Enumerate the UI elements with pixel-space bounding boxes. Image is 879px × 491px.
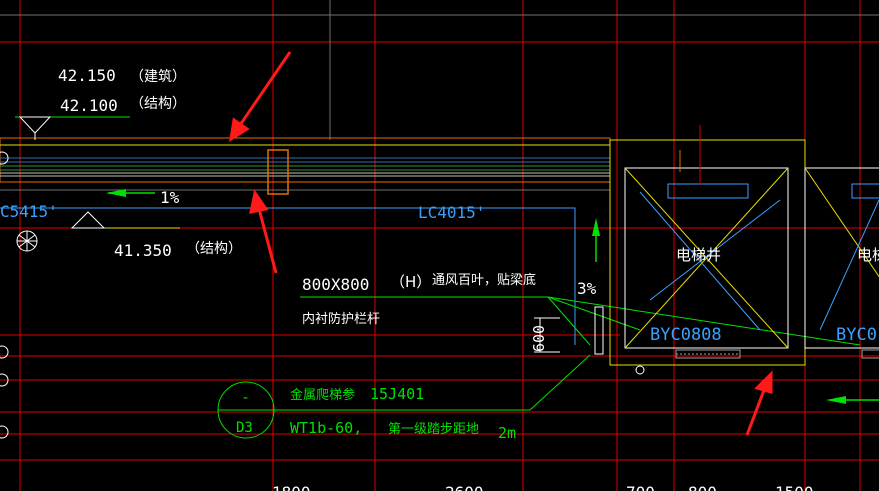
annotation-arrow-3 bbox=[745, 370, 773, 436]
slope-left-label: 1% bbox=[160, 188, 180, 207]
left-edge-circles bbox=[0, 151, 9, 439]
annotation-arrow-2 bbox=[249, 189, 278, 274]
elevation-struct: 42.100 bbox=[60, 96, 118, 115]
door-label-left: BYC0808 bbox=[650, 325, 722, 345]
ladder-code: WT1b-60, bbox=[290, 419, 362, 437]
elevation-lower: 41.350 bbox=[114, 241, 172, 260]
dimension-600-label: 600 bbox=[530, 325, 548, 352]
elevation-lower-note: （结构） bbox=[186, 241, 242, 257]
detail-bottom: D3 bbox=[236, 420, 253, 436]
slab-band bbox=[0, 137, 611, 195]
opening-sub: 内衬防护栏杆 bbox=[302, 311, 380, 327]
opening-leader bbox=[300, 296, 861, 346]
opening-size: 800X800 bbox=[302, 275, 369, 294]
elevation-marker-top bbox=[15, 116, 130, 140]
elevator-shaft-label-2: 电梯 bbox=[857, 246, 879, 264]
dim-bottom-4: 800 bbox=[688, 483, 717, 491]
hatch-circle-icon bbox=[16, 230, 38, 252]
ladder-std: 15J401 bbox=[370, 385, 424, 403]
dim-bottom-2: 2600 bbox=[445, 483, 484, 491]
ladder-step: 第一级踏步距地 bbox=[388, 422, 479, 437]
ladder-label: 金属爬梯参 bbox=[290, 387, 355, 403]
dim-bottom-3: 700 bbox=[626, 483, 655, 491]
window-main-label: LC4015' bbox=[418, 203, 485, 222]
elevation-struct-note: （结构） bbox=[130, 96, 186, 112]
elevation-arch: 42.150 bbox=[58, 66, 116, 85]
cad-viewport[interactable]: 42.150 （建筑） 42.100 （结构） 1% C5415' LC4015… bbox=[0, 0, 879, 491]
dim-bottom-5: 1500 bbox=[775, 483, 814, 491]
detail-top: - bbox=[243, 390, 248, 406]
elevation-marker-lower bbox=[70, 211, 180, 229]
slope-right-label: 3% bbox=[577, 279, 597, 298]
opening-note: 通风百叶，贴梁底 bbox=[432, 272, 536, 288]
annotation-arrow-1 bbox=[229, 51, 292, 143]
elevation-arch-note: （建筑） bbox=[130, 69, 186, 85]
column-section bbox=[267, 149, 289, 195]
dim-bottom-1: 1800 bbox=[272, 483, 311, 491]
small-circle bbox=[635, 365, 645, 375]
green-arrow-right bbox=[826, 396, 879, 404]
window-left-label: C5415' bbox=[0, 202, 58, 221]
ladder-height: 2m bbox=[498, 424, 516, 442]
slope-arrow-right bbox=[592, 218, 600, 262]
opening-tag: （H） bbox=[390, 273, 431, 291]
cad-drawing[interactable]: 42.150 （建筑） 42.100 （结构） 1% C5415' LC4015… bbox=[0, 0, 879, 491]
elevator-shaft-label: 电梯井 bbox=[676, 246, 721, 264]
door-label-right: BYC0 bbox=[836, 325, 877, 345]
